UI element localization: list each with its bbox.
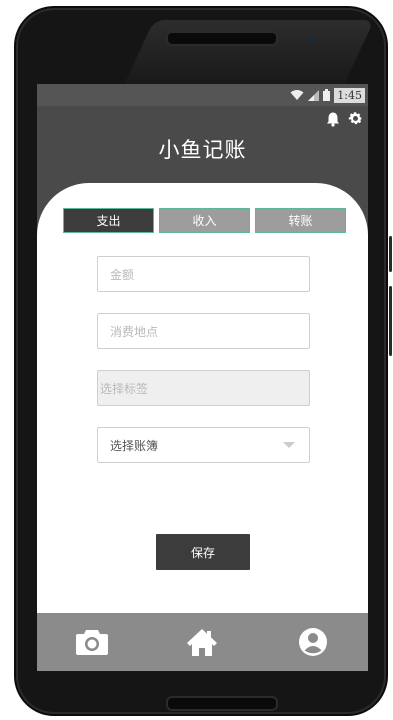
account-book-value: 选择账簿 [110,438,159,453]
bell-icon[interactable] [325,111,341,127]
status-bar: 1:45 [37,84,368,106]
tab-expense[interactable]: 支出 [63,208,154,233]
status-icons: 1:45 [290,86,365,104]
tag-placeholder: 选择标签 [100,381,149,396]
tab-transfer[interactable]: 转账 [255,208,346,233]
user-icon [298,628,327,656]
location-placeholder: 消费地点 [110,324,159,339]
bottom-speaker [166,696,278,711]
volume-button [389,286,392,356]
location-input[interactable]: 消费地点 [97,313,310,349]
signal-icon [308,89,320,101]
app-screen: 1:45 小鱼记账 支出 收入 转账 金额 消费地点 选择标签 选择账簿 保存 [37,84,368,671]
status-time: 1:45 [334,87,365,103]
nav-camera[interactable] [67,622,117,662]
amount-input[interactable]: 金额 [97,256,310,292]
header-actions [325,110,364,127]
save-button[interactable]: 保存 [156,534,250,570]
tag-select[interactable]: 选择标签 [97,370,310,406]
app-title: 小鱼记账 [158,138,247,162]
nav-profile[interactable] [288,622,338,662]
bottom-nav [37,613,368,671]
wifi-icon [290,90,304,100]
earpiece-speaker [166,31,278,46]
battery-icon [323,89,331,101]
amount-placeholder: 金额 [110,267,135,282]
power-button [389,236,392,272]
app-header: 小鱼记账 [37,106,368,190]
chevron-down-icon [283,442,295,448]
entry-form-card: 支出 收入 转账 金额 消费地点 选择标签 选择账簿 保存 [37,183,368,613]
gear-icon[interactable] [347,110,364,127]
account-book-select[interactable]: 选择账簿 [97,427,310,463]
home-icon [187,629,218,656]
tab-income[interactable]: 收入 [159,208,250,233]
camera-icon [76,630,109,655]
type-tabs: 支出 收入 转账 [63,208,346,235]
nav-home[interactable] [177,622,227,662]
front-camera [308,35,315,42]
